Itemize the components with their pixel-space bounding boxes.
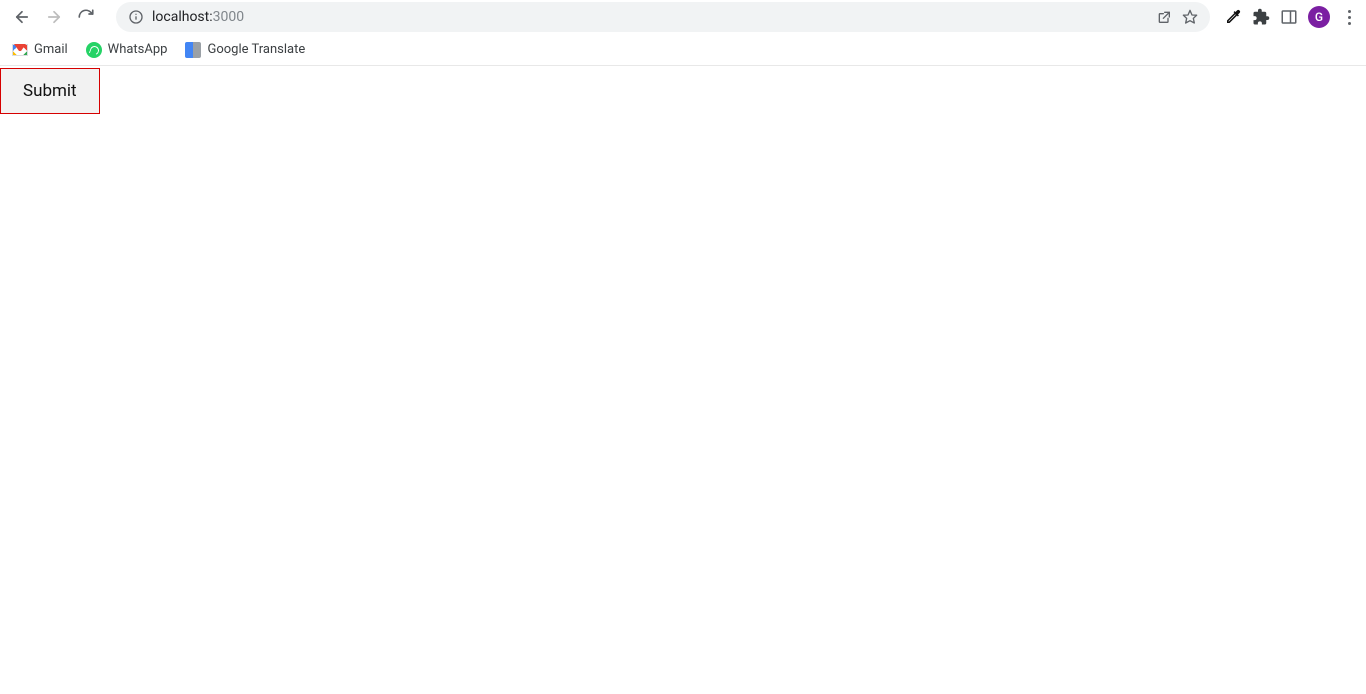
extensions-icon[interactable] xyxy=(1252,8,1270,26)
dot-icon xyxy=(1348,10,1351,13)
bookmark-google-translate[interactable]: Google Translate xyxy=(185,42,305,58)
url-port: 3000 xyxy=(213,9,244,25)
bookmark-whatsapp[interactable]: WhatsApp xyxy=(86,42,168,58)
address-bar[interactable]: localhost:3000 xyxy=(116,2,1210,32)
nav-back-button[interactable] xyxy=(8,3,36,31)
bookmarks-bar: Gmail WhatsApp Google Translate xyxy=(0,34,1366,66)
share-icon[interactable] xyxy=(1156,9,1172,25)
star-icon[interactable] xyxy=(1182,9,1198,25)
page-content: Submit xyxy=(0,66,1366,694)
submit-button-label: Submit xyxy=(23,81,77,101)
google-translate-icon xyxy=(185,42,201,58)
eyedropper-icon[interactable] xyxy=(1224,8,1242,26)
nav-reload-button[interactable] xyxy=(72,3,100,31)
site-info-icon xyxy=(128,9,144,25)
dot-icon xyxy=(1348,22,1351,25)
browser-toolbar: localhost:3000 G xyxy=(0,0,1366,34)
arrow-left-icon xyxy=(13,8,31,26)
url-text: localhost:3000 xyxy=(152,9,244,25)
bookmark-gmail[interactable]: Gmail xyxy=(12,42,68,58)
submit-button[interactable]: Submit xyxy=(0,68,100,114)
whatsapp-icon xyxy=(86,42,102,58)
url-host: localhost: xyxy=(152,9,213,25)
omnibox-right-icons xyxy=(1156,9,1198,25)
side-panel-icon[interactable] xyxy=(1280,8,1298,26)
reload-icon xyxy=(77,8,95,26)
chrome-menu-button[interactable] xyxy=(1340,10,1358,25)
toolbar-right: G xyxy=(1220,6,1358,28)
bookmark-label: Gmail xyxy=(34,42,68,57)
arrow-right-icon xyxy=(45,8,63,26)
gmail-icon xyxy=(12,42,28,58)
nav-forward-button[interactable] xyxy=(40,3,68,31)
profile-avatar[interactable]: G xyxy=(1308,6,1330,28)
bookmark-label: Google Translate xyxy=(207,42,305,57)
avatar-letter: G xyxy=(1315,10,1323,24)
bookmark-label: WhatsApp xyxy=(108,42,168,57)
dot-icon xyxy=(1348,16,1351,19)
